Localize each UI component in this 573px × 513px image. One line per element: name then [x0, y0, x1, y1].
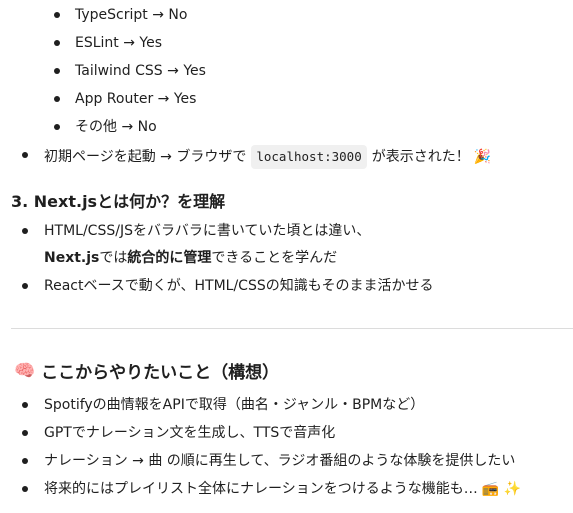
list-item: GPTでナレーション文を生成し、TTSで音声化: [44, 423, 335, 443]
startup-prefix: 初期ページを起動 → ブラウザで: [44, 149, 247, 165]
list-item: ESLint → Yes: [75, 33, 162, 53]
list-item-text: Tailwind CSS → Yes: [75, 63, 206, 79]
section-heading: 3. Next.jsとは何か？を理解: [11, 192, 226, 211]
list-item: Spotifyの曲情報をAPIで取得（曲名・ジャンル・BPMなど）: [44, 395, 424, 415]
startup-suffix: が表示された！: [371, 149, 470, 165]
radio-sparkles-icon: 📻 ✨: [481, 481, 522, 497]
bullet-icon: [54, 40, 60, 46]
list-item-text: ESLint → Yes: [75, 35, 163, 51]
list-item-text: 将来的にはプレイリスト全体にナレーションをつけるような機能も…: [44, 481, 478, 497]
inline-code: localhost:3000: [251, 145, 367, 169]
bullet-icon: [22, 228, 28, 234]
list-item-text: Reactベースで動くが、HTML/CSSの知識もそのまま活かせる: [44, 278, 434, 294]
list-item: その他 → No: [75, 117, 157, 137]
list-item-text: できることを学んだ: [211, 250, 338, 266]
bullet-icon: [54, 12, 60, 18]
list-item-text: ナレーション → 曲 の順に再生して、ラジオ番組のような体験を提供したい: [44, 453, 516, 469]
list-item: HTML/CSS/JSをバラバラに書いていた頃とは違い、: [44, 221, 370, 241]
party-popper-icon: 🎉: [473, 149, 492, 165]
list-item-text: TypeScript → No: [75, 7, 188, 23]
bullet-icon: [22, 458, 28, 464]
list-item-text: では: [99, 250, 128, 266]
plans-heading: 🧠 ここからやりたいこと（構想）: [14, 358, 280, 384]
divider: [11, 328, 573, 329]
bullet-icon: [54, 68, 60, 74]
bold-text: 統合的に管理: [127, 250, 212, 266]
bullet-icon: [22, 152, 28, 158]
list-item: Reactベースで動くが、HTML/CSSの知識もそのまま活かせる: [44, 276, 433, 296]
list-item: TypeScript → No: [75, 5, 187, 25]
list-item: 将来的にはプレイリスト全体にナレーションをつけるような機能も… 📻 ✨: [44, 479, 521, 499]
list-item: ナレーション → 曲 の順に再生して、ラジオ番組のような体験を提供したい: [44, 451, 515, 471]
list-item: App Router → Yes: [75, 89, 196, 109]
list-item-text: GPTでナレーション文を生成し、TTSで音声化: [44, 425, 336, 441]
list-item-text: App Router → Yes: [75, 91, 197, 107]
list-item-text: その他 → No: [75, 119, 157, 135]
brain-icon: 🧠: [14, 360, 36, 381]
bullet-icon: [22, 402, 28, 408]
list-item: Tailwind CSS → Yes: [75, 61, 206, 81]
bullet-icon: [54, 96, 60, 102]
bold-text: Next.js: [44, 250, 100, 266]
plans-heading-text: ここからやりたいこと（構想）: [41, 363, 280, 383]
list-item-text: HTML/CSS/JSをバラバラに書いていた頃とは違い、: [44, 223, 371, 239]
bullet-icon: [54, 124, 60, 130]
bullet-icon: [22, 430, 28, 436]
bullet-icon: [22, 283, 28, 289]
list-item-text: Spotifyの曲情報をAPIで取得（曲名・ジャンル・BPMなど）: [44, 397, 425, 413]
document-page: TypeScript → No ESLint → Yes Tailwind CS…: [0, 0, 573, 513]
list-item-continuation: Next.js では 統合的に管理 できることを学んだ: [44, 248, 337, 268]
bullet-icon: [22, 486, 28, 492]
startup-list-item: 初期ページを起動 → ブラウザで localhost:3000 が表示された！ …: [44, 145, 491, 169]
